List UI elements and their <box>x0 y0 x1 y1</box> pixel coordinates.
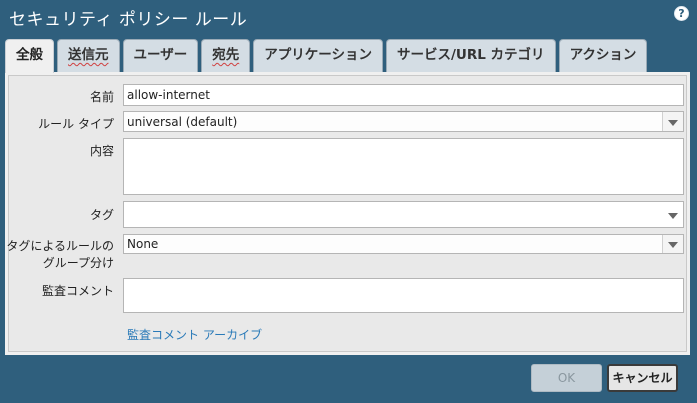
chevron-down-icon[interactable] <box>662 235 683 253</box>
tab-service-url-category[interactable]: サービス/URL カテゴリ <box>385 39 556 72</box>
description-textarea[interactable] <box>123 138 684 195</box>
tab-panel-general: 名前 allow-internet ルール タイプ universal (def… <box>5 72 690 355</box>
description-label: 内容 <box>89 144 114 158</box>
group-by-tag-select[interactable]: None <box>123 234 684 254</box>
group-by-tag-label-line2: グループ分け <box>42 256 114 270</box>
audit-comment-archive-link[interactable]: 監査コメント アーカイブ <box>127 326 262 343</box>
tab-bar: 全般 送信元 ユーザー 宛先 アプリケーション サービス/URL カテゴリ アク… <box>5 39 648 73</box>
name-input[interactable]: allow-internet <box>123 84 684 106</box>
tab-application[interactable]: アプリケーション <box>253 39 383 72</box>
group-by-tag-label-line1: タグによるルールの <box>6 239 114 253</box>
ok-button[interactable]: OK <box>531 364 602 392</box>
audit-comment-textarea[interactable] <box>123 278 684 313</box>
tab-source[interactable]: 送信元 <box>57 39 120 72</box>
tab-user[interactable]: ユーザー <box>122 39 199 72</box>
rule-type-value: universal (default) <box>127 115 238 129</box>
rule-type-select[interactable]: universal (default) <box>123 111 684 132</box>
chevron-down-icon[interactable] <box>662 112 683 131</box>
dialog-titlebar: セキュリティ ポリシー ルール ? <box>0 0 697 34</box>
tab-label: 宛先 <box>212 47 240 63</box>
name-label: 名前 <box>89 90 114 104</box>
rule-type-label: ルール タイプ <box>38 117 114 131</box>
help-icon[interactable]: ? <box>674 6 689 21</box>
cancel-button[interactable]: キャンセル <box>607 364 678 392</box>
tab-general[interactable]: 全般 <box>5 39 54 73</box>
dialog-title: セキュリティ ポリシー ルール <box>9 10 248 30</box>
tab-label: アクション <box>569 47 637 63</box>
tags-input[interactable] <box>123 201 684 228</box>
tab-actions[interactable]: アクション <box>558 39 648 72</box>
name-value: allow-internet <box>127 88 210 102</box>
tab-label: サービス/URL カテゴリ <box>396 47 545 63</box>
group-by-tag-value: None <box>127 237 159 251</box>
tab-label: アプリケーション <box>264 47 372 63</box>
form-area: 名前 allow-internet ルール タイプ universal (def… <box>6 75 687 352</box>
tab-label: 全般 <box>16 47 43 63</box>
tab-destination[interactable]: 宛先 <box>201 39 251 72</box>
tab-label: ユーザー <box>133 47 188 63</box>
chevron-down-icon[interactable] <box>663 205 683 227</box>
tab-label: 送信元 <box>68 47 109 63</box>
tags-label: タグ <box>89 208 114 222</box>
audit-comment-label: 監査コメント <box>41 284 114 298</box>
